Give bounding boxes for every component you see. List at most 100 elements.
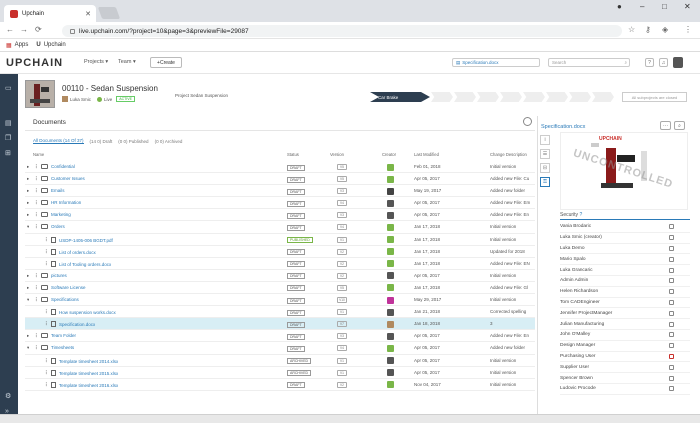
table-row[interactable]: ⋮ Template timesheet 2015.xlsx ARCHIVED … <box>25 367 535 379</box>
expand-toggle-icon[interactable]: ▸ <box>27 273 29 279</box>
creator-avatar[interactable] <box>387 260 394 268</box>
row-version[interactable]: V7 <box>337 321 347 328</box>
browser-menu-icon[interactable]: ⋮ <box>684 25 692 34</box>
lock-icon[interactable] <box>669 353 674 359</box>
security-lock-icon[interactable]: ⚿ <box>540 177 550 187</box>
open-file-search[interactable]: ▤ Specification.docx <box>452 58 540 67</box>
lock-icon[interactable] <box>669 364 674 370</box>
filter-draft[interactable]: (14 0) Draft <box>90 139 113 144</box>
forward-icon[interactable]: → <box>20 25 28 34</box>
security-user[interactable]: John O'Malley <box>560 330 690 341</box>
lock-icon[interactable] <box>669 310 674 316</box>
creator-avatar[interactable] <box>387 369 394 377</box>
row-menu-icon[interactable]: ⋮ <box>44 321 49 327</box>
creator-avatar[interactable] <box>387 320 394 328</box>
expand-toggle-icon[interactable]: ▸ <box>27 200 29 206</box>
briefcase-icon[interactable]: ▭ <box>5 84 13 92</box>
lock-icon[interactable] <box>669 267 674 273</box>
lock-icon[interactable] <box>669 321 674 327</box>
security-user[interactable]: Luka Smic (creator) <box>560 233 690 244</box>
info-icon[interactable]: i <box>540 135 550 145</box>
security-user[interactable]: Julian Manufacturing <box>560 319 690 330</box>
lock-icon[interactable] <box>669 332 674 338</box>
row-menu-icon[interactable]: ⋮ <box>34 200 39 206</box>
nav-projects[interactable]: Projects ▾ <box>84 59 108 65</box>
url-input[interactable]: live.upchain.com/?project=10&page=3&prev… <box>62 25 622 37</box>
stage-item[interactable] <box>477 92 499 102</box>
security-user[interactable]: Jennifer ProjectManager <box>560 308 690 320</box>
bookmark-upchain[interactable]: Upchain <box>44 42 66 48</box>
stage-item[interactable] <box>500 92 522 102</box>
lock-icon[interactable] <box>669 386 674 392</box>
security-help-icon[interactable]: ? <box>579 212 582 218</box>
stage-current[interactable]: Car Brake <box>370 92 430 102</box>
notifications-icon[interactable]: ♫ <box>659 58 668 67</box>
expand-toggle-icon[interactable]: ▸ <box>27 285 29 291</box>
creator-avatar[interactable] <box>387 308 394 316</box>
security-user[interactable]: Luka Grancaric <box>560 265 690 276</box>
row-menu-icon[interactable]: ⋮ <box>34 224 39 230</box>
lock-icon[interactable] <box>669 235 674 241</box>
creator-avatar[interactable] <box>387 284 394 292</box>
row-menu-icon[interactable]: ⋮ <box>44 309 49 315</box>
stage-item[interactable] <box>592 92 614 102</box>
row-name[interactable]: pictures <box>41 272 67 278</box>
browser-tab[interactable]: Upchain ✕ <box>4 5 96 22</box>
creator-avatar[interactable] <box>387 211 394 219</box>
security-user[interactable]: Supplier User <box>560 362 690 374</box>
row-menu-icon[interactable]: ⋮ <box>44 249 49 255</box>
row-name[interactable]: How suspension works.docx <box>51 309 116 316</box>
row-menu-icon[interactable]: ⋮ <box>34 285 39 291</box>
table-row[interactable]: ▾ ⋮ Orders DRAFT V4 Jan 17, 2018 Initial… <box>25 221 535 234</box>
row-menu-icon[interactable]: ⋮ <box>34 188 39 194</box>
row-version[interactable]: V1 <box>337 357 347 364</box>
creator-avatar[interactable] <box>387 332 394 340</box>
apps-grid-icon[interactable]: ▦ <box>6 42 12 49</box>
maximize-icon[interactable]: □ <box>662 2 667 11</box>
security-user[interactable]: Mario Spalo <box>560 254 690 266</box>
table-row[interactable]: ▸ ⋮ Software License DRAFT V5 Jan 17, 20… <box>25 282 535 295</box>
security-user[interactable]: Luka Demo <box>560 244 690 255</box>
col-status[interactable]: Status <box>287 152 299 157</box>
creator-avatar[interactable] <box>387 381 394 389</box>
document-preview[interactable]: UPCHAIN UNCONTROLLED <box>560 132 688 210</box>
row-menu-icon[interactable]: ⋮ <box>44 370 49 376</box>
row-menu-icon[interactable]: ⋮ <box>34 297 39 303</box>
creator-avatar[interactable] <box>387 357 394 364</box>
row-version[interactable]: V4 <box>337 345 347 352</box>
filter-all[interactable]: All Documents (14 Of 37) <box>33 138 84 144</box>
key-icon[interactable]: ⚷ <box>645 25 651 34</box>
row-name[interactable]: Orders <box>41 224 65 230</box>
row-version[interactable]: V5 <box>337 284 347 291</box>
creator-avatar[interactable] <box>387 199 394 207</box>
expand-toggle-icon[interactable]: ▸ <box>27 333 29 339</box>
expand-toggle-icon[interactable]: ▸ <box>27 176 29 182</box>
security-user[interactable]: Purchasing User <box>560 352 690 363</box>
row-name[interactable]: USDP-1405-006 BGDT.pdf <box>51 236 113 243</box>
lock-icon[interactable] <box>669 375 674 381</box>
close-window-icon[interactable]: ✕ <box>684 2 691 11</box>
comments-icon[interactable]: ☰ <box>540 149 550 159</box>
row-name[interactable]: Customer Issues <box>41 176 85 182</box>
row-version[interactable]: V10 <box>337 297 347 304</box>
row-menu-icon[interactable]: ⋮ <box>34 333 39 339</box>
row-version[interactable]: V3 <box>337 188 347 195</box>
row-name[interactable]: HR Information <box>41 200 81 206</box>
help-icon[interactable]: ? <box>645 58 654 67</box>
table-row[interactable]: ⋮ How suspension works.docx DRAFT V1 Jan… <box>25 306 535 319</box>
lock-icon[interactable] <box>669 289 674 295</box>
row-version[interactable]: V2 <box>337 381 347 388</box>
preview-more-button[interactable]: ··· <box>660 121 671 130</box>
table-row[interactable]: ⋮ USDP-1405-006 BGDT.pdf PUBLISHED V1 Ja… <box>25 234 535 246</box>
row-version[interactable]: V4 <box>337 200 347 207</box>
row-version[interactable]: V2 <box>337 248 347 255</box>
table-row[interactable]: ⋮ Specification.docx DRAFT V7 Jan 18, 20… <box>25 318 535 331</box>
creator-avatar[interactable] <box>387 272 394 280</box>
row-menu-icon[interactable]: ⋮ <box>34 273 39 279</box>
col-version[interactable]: Version <box>330 152 344 157</box>
row-menu-icon[interactable]: ⋮ <box>44 261 49 267</box>
row-menu-icon[interactable]: ⋮ <box>44 237 49 243</box>
table-row[interactable]: ▸ ⋮ Team Folder DRAFT V3 Apr 05, 2017 Ad… <box>25 330 535 343</box>
creator-avatar[interactable] <box>387 248 394 256</box>
table-row[interactable]: ⋮ List of Tooling orders.docx DRAFT V2 J… <box>25 258 535 270</box>
